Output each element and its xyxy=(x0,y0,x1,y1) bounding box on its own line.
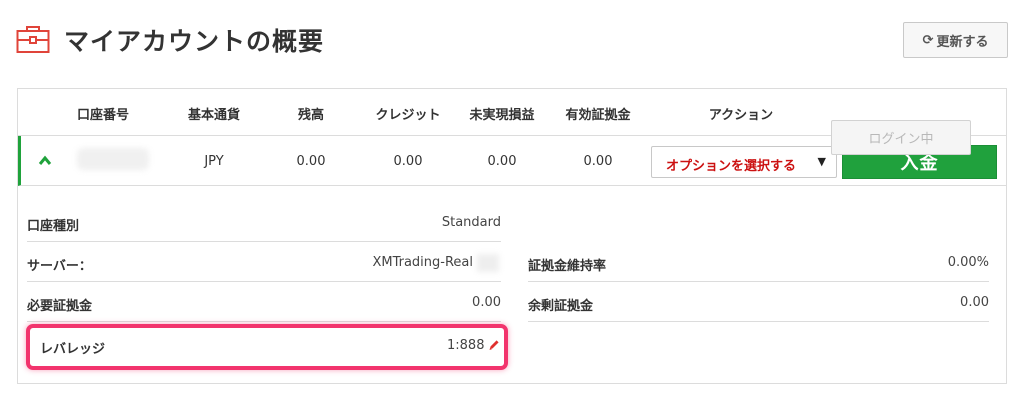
column-equity: 有効証拠金 xyxy=(565,108,631,123)
options-select-label: オプションを選択する xyxy=(666,159,797,174)
cell-unrealized-pnl: 0.00 xyxy=(487,154,517,169)
options-select[interactable]: オプションを選択する ▼ xyxy=(651,146,837,178)
server-suffix-redacted xyxy=(477,254,499,272)
detail-required-margin: 必要証拠金 0.00 xyxy=(27,282,501,322)
pencil-icon[interactable] xyxy=(487,338,501,352)
page-header: マイアカウントの概要 ⟳ 更新する xyxy=(16,20,1008,64)
margin-level-label: 証拠金維持率 xyxy=(528,259,607,274)
logged-in-button: ログイン中 xyxy=(831,120,971,155)
free-margin-label: 余剰証拠金 xyxy=(528,299,594,314)
leverage-value: 1:888 xyxy=(447,338,485,353)
required-margin-value: 0.00 xyxy=(472,295,501,310)
free-margin-value: 0.00 xyxy=(960,295,989,310)
detail-margin-level: 証拠金維持率 0.00% xyxy=(528,242,989,282)
account-type-value: Standard xyxy=(441,215,501,230)
column-credit: クレジット xyxy=(375,108,441,123)
account-number-redacted xyxy=(77,148,149,170)
refresh-label: 更新する xyxy=(936,34,989,50)
required-margin-label: 必要証拠金 xyxy=(27,299,93,314)
cell-credit: 0.00 xyxy=(393,154,423,169)
server-value: XMTrading-Real xyxy=(372,255,473,270)
caret-down-icon: ▼ xyxy=(817,155,826,168)
margin-level-value: 0.00% xyxy=(947,255,989,270)
leverage-label: レバレッジ xyxy=(40,342,106,357)
cell-balance: 0.00 xyxy=(296,154,326,169)
briefcase-icon xyxy=(16,26,50,53)
refresh-button[interactable]: ⟳ 更新する xyxy=(903,22,1008,58)
page-title: マイアカウントの概要 xyxy=(64,27,325,56)
server-label: サーバー： xyxy=(27,259,92,274)
column-base-currency: 基本通貨 xyxy=(187,108,241,123)
detail-free-margin: 余剰証拠金 0.00 xyxy=(528,282,989,322)
column-balance: 残高 xyxy=(297,108,325,123)
cell-currency: JPY xyxy=(204,154,224,169)
chevron-up-icon[interactable] xyxy=(38,154,52,166)
refresh-icon: ⟳ xyxy=(922,32,934,48)
account-type-label: 口座種別 xyxy=(27,219,80,234)
column-action: アクション xyxy=(708,108,774,123)
column-unrealized-pnl: 未実現損益 xyxy=(469,108,535,123)
column-account-number: 口座番号 xyxy=(76,108,130,123)
detail-server: サーバー： XMTrading-Real xyxy=(27,242,501,282)
cell-equity: 0.00 xyxy=(583,154,613,169)
detail-account-type: 口座種別 Standard xyxy=(27,202,501,242)
